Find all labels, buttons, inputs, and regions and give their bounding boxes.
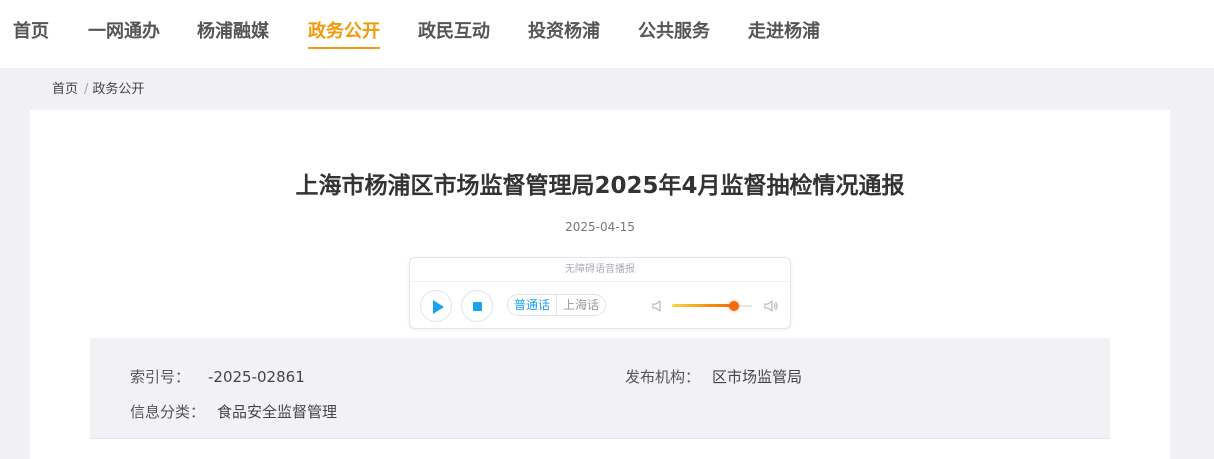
- meta-publisher-value: 区市场监管局: [712, 368, 803, 386]
- meta-category-label: 信息分类：: [130, 403, 206, 421]
- meta-index: 索引号： -2025-02861: [130, 366, 305, 388]
- page-title: 上海市杨浦区市场监督管理局2025年4月监督抽检情况通报: [295, 173, 905, 199]
- audio-player: 无障碍语音播报 普通话 上海话: [409, 257, 791, 329]
- breadcrumb: 首页 / 政务公开: [52, 80, 144, 100]
- volume-slider[interactable]: [672, 301, 752, 311]
- nav-item-public-service[interactable]: 公共服务: [638, 19, 710, 49]
- volume-high-icon[interactable]: [763, 298, 779, 314]
- meta-publisher-label: 发布机构：: [625, 368, 701, 386]
- meta-publisher: 发布机构： 区市场监管局: [625, 366, 802, 388]
- meta-category-value: 食品安全监督管理: [217, 403, 338, 421]
- play-button[interactable]: [420, 290, 452, 322]
- nav-item-gov-affairs[interactable]: 政务公开: [308, 19, 380, 49]
- lang-shanghai-option[interactable]: 上海话: [556, 295, 605, 315]
- nav-item-one-network[interactable]: 一网通办: [88, 19, 160, 49]
- publish-date: 2025-04-15: [565, 220, 635, 234]
- article-card: 上海市杨浦区市场监督管理局2025年4月监督抽检情况通报 2025-04-15 …: [30, 110, 1170, 459]
- nav-item-yangpu-media[interactable]: 杨浦融媒: [197, 19, 269, 49]
- stop-button[interactable]: [461, 290, 493, 322]
- language-toggle: 普通话 上海话: [507, 294, 607, 316]
- article-meta: 索引号： -2025-02861 发布机构： 区市场监管局 信息分类： 食品安全监督管…: [90, 338, 1110, 439]
- lang-mandarin-option[interactable]: 普通话: [508, 295, 556, 315]
- nav-item-about-yangpu[interactable]: 走进杨浦: [748, 19, 820, 49]
- volume-low-icon[interactable]: [650, 298, 666, 314]
- breadcrumb-home-link[interactable]: 首页: [52, 82, 78, 97]
- meta-index-label: 索引号：: [130, 368, 191, 386]
- volume-knob[interactable]: [729, 301, 740, 311]
- meta-category: 信息分类： 食品安全监督管理: [130, 401, 337, 423]
- breadcrumb-separator: /: [84, 82, 89, 97]
- nav-item-interaction[interactable]: 政民互动: [418, 19, 490, 49]
- top-nav: 首页 一网通办 杨浦融媒 政务公开 政民互动 投资杨浦 公共服务 走进杨浦: [0, 0, 1214, 68]
- nav-item-home[interactable]: 首页: [13, 19, 49, 49]
- player-header: 无障碍语音播报: [410, 258, 790, 282]
- volume-fill: [672, 304, 735, 307]
- nav-item-investment[interactable]: 投资杨浦: [528, 19, 600, 49]
- breadcrumb-current-link[interactable]: 政务公开: [92, 82, 144, 97]
- meta-index-value: -2025-02861: [208, 368, 305, 386]
